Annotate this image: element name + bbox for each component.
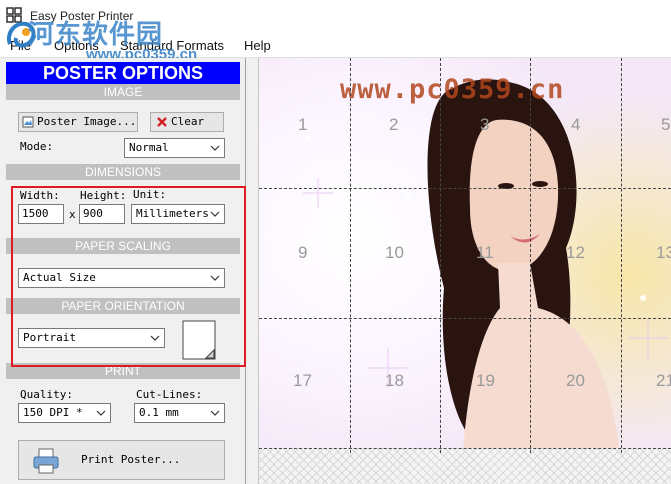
clear-x-icon — [157, 117, 167, 127]
panel-header: POSTER OPTIONS — [6, 62, 240, 84]
print-poster-label: Print Poster... — [81, 453, 181, 466]
chevron-down-icon — [210, 410, 220, 416]
quality-label: Quality: — [20, 388, 73, 401]
grid-line — [350, 58, 351, 453]
page-number: 1 — [298, 115, 308, 134]
orientation-select[interactable]: Portrait — [18, 328, 165, 348]
width-label: Width: — [20, 189, 60, 202]
height-label: Height: — [80, 189, 127, 202]
section-paper-scaling: PAPER SCALING — [6, 238, 240, 254]
quality-value: 150 DPI * — [23, 406, 83, 419]
page-number: 21 — [656, 371, 671, 390]
page-number: 11 — [476, 243, 494, 262]
page-number: 20 — [566, 371, 585, 390]
section-dimensions: DIMENSIONS — [6, 164, 240, 180]
section-paper-orientation: PAPER ORIENTATION — [6, 298, 240, 314]
unit-label: Unit: — [133, 188, 167, 201]
poster-options-panel: POSTER OPTIONS IMAGE Poster Image... Cle… — [0, 58, 246, 484]
page-number: 5 — [661, 115, 671, 134]
grid-line — [621, 58, 622, 453]
poster-image-label: Poster Image... — [37, 115, 137, 128]
print-poster-button[interactable]: Print Poster... — [18, 440, 225, 480]
chevron-down-icon — [150, 335, 160, 341]
scaling-select[interactable]: Actual Size — [18, 268, 225, 288]
unit-value: Millimeters — [136, 207, 209, 220]
page-number: 18 — [385, 371, 404, 390]
page-number: 19 — [476, 371, 495, 390]
page-number: 12 — [566, 243, 585, 262]
width-input[interactable]: 1500 — [18, 204, 64, 224]
page-number: 17 — [293, 371, 312, 390]
times-sign: x — [69, 208, 76, 221]
section-image: IMAGE — [6, 84, 240, 100]
chevron-down-icon — [210, 275, 220, 281]
poster-preview-canvas: www.pc0359.cn 1 2 3 4 5 9 10 11 12 13 17… — [248, 58, 671, 484]
quality-select[interactable]: 150 DPI * — [18, 403, 111, 423]
empty-page-area — [259, 448, 671, 484]
chevron-down-icon — [96, 410, 106, 416]
image-icon — [22, 116, 34, 128]
poster-image-button[interactable]: Poster Image... — [18, 112, 138, 132]
scaling-value: Actual Size — [23, 271, 96, 284]
section-print: PRINT — [6, 363, 240, 379]
page-number: 2 — [389, 115, 399, 134]
poster-photo — [248, 58, 671, 453]
grid-line — [259, 448, 671, 449]
printer-icon — [33, 448, 59, 474]
orientation-value: Portrait — [23, 331, 76, 344]
menu-help[interactable]: Help — [244, 38, 271, 53]
unit-select[interactable]: Millimeters — [131, 204, 225, 224]
canvas-ruler-strip — [248, 58, 259, 484]
chevron-down-icon — [210, 211, 220, 217]
clear-button[interactable]: Clear — [150, 112, 224, 132]
cutlines-select[interactable]: 0.1 mm — [134, 403, 225, 423]
grid-line — [440, 58, 441, 453]
cutlines-label: Cut-Lines: — [136, 388, 203, 401]
clear-label: Clear — [171, 115, 205, 128]
grid-line — [259, 188, 671, 189]
page-number: 13 — [656, 243, 671, 262]
portrait-page-icon — [182, 320, 216, 360]
page-number: 3 — [480, 115, 490, 134]
grid-line — [259, 318, 671, 319]
grid-line — [530, 58, 531, 453]
mode-select[interactable]: Normal — [124, 138, 225, 158]
page-number: 9 — [298, 243, 308, 262]
height-input[interactable]: 900 — [79, 204, 125, 224]
page-number: 4 — [571, 115, 581, 134]
cutlines-value: 0.1 mm — [139, 406, 179, 419]
mode-value: Normal — [129, 141, 169, 154]
mode-label: Mode: — [20, 140, 54, 153]
page-number: 10 — [385, 243, 404, 262]
chevron-down-icon — [210, 145, 220, 151]
